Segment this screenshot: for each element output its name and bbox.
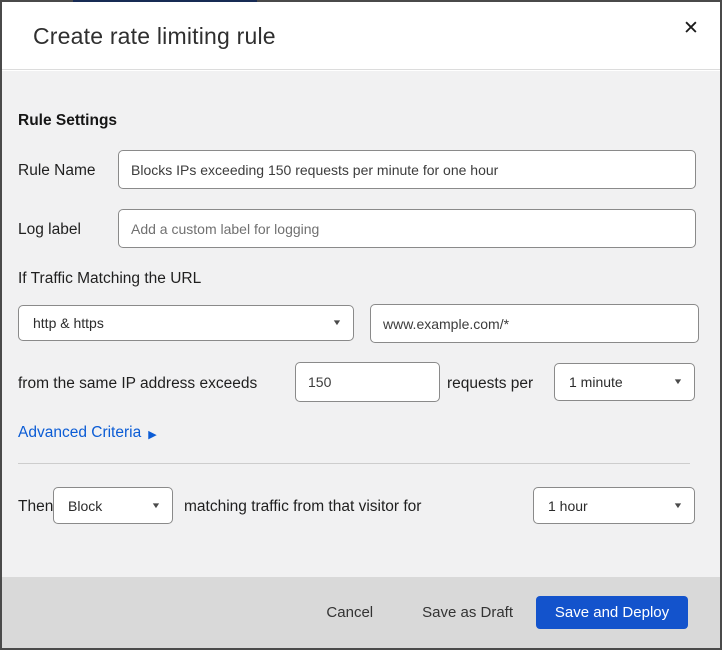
save-and-deploy-button[interactable]: Save and Deploy (536, 596, 688, 629)
close-icon[interactable]: ✕ (676, 13, 706, 43)
dialog-header: Create rate limiting rule ✕ (2, 2, 720, 70)
dialog-footer: Cancel Save as Draft Save and Deploy (2, 577, 720, 648)
period-select[interactable]: 1 minute ▼ (554, 363, 695, 401)
url-pattern-input[interactable] (370, 304, 699, 343)
log-label-input[interactable] (118, 209, 696, 248)
duration-select[interactable]: 1 hour ▼ (533, 487, 695, 524)
action-select[interactable]: Block ▼ (53, 487, 173, 524)
save-as-draft-button[interactable]: Save as Draft (420, 598, 515, 627)
chevron-down-icon: ▼ (672, 500, 684, 510)
rule-name-label: Rule Name (18, 162, 96, 179)
scheme-select-value: http & https (33, 315, 104, 331)
arrow-right-icon: ▶ (148, 428, 157, 441)
action-select-value: Block (68, 497, 103, 514)
threshold-text-after: requests per (447, 375, 534, 392)
chevron-down-icon: ▼ (672, 377, 684, 386)
dialog-title: Create rate limiting rule (33, 23, 276, 49)
scheme-select[interactable]: http & https ▼ (18, 305, 354, 341)
log-label-label: Log label (18, 221, 81, 238)
rule-settings-heading: Rule Settings (18, 112, 118, 129)
rule-name-input[interactable] (118, 150, 696, 189)
advanced-criteria-label: Advanced Criteria (18, 424, 142, 441)
period-select-value: 1 minute (569, 374, 623, 390)
dialog-body: Rule Settings Rule Name Log label If Tra… (2, 71, 720, 577)
then-label: Then (18, 498, 54, 515)
chevron-down-icon: ▼ (150, 500, 162, 510)
duration-select-value: 1 hour (548, 497, 588, 514)
cancel-button[interactable]: Cancel (324, 598, 375, 627)
create-rate-limiting-rule-dialog: Create rate limiting rule ✕ Rule Setting… (0, 0, 722, 650)
section-divider (18, 463, 690, 464)
request-threshold-input[interactable] (295, 362, 440, 402)
traffic-match-intro: If Traffic Matching the URL (18, 270, 202, 287)
threshold-text-before: from the same IP address exceeds (18, 375, 258, 392)
chevron-down-icon: ▼ (331, 318, 343, 327)
action-middle-text: matching traffic from that visitor for (184, 498, 422, 515)
advanced-criteria-link[interactable]: Advanced Criteria ▶ (18, 424, 157, 442)
